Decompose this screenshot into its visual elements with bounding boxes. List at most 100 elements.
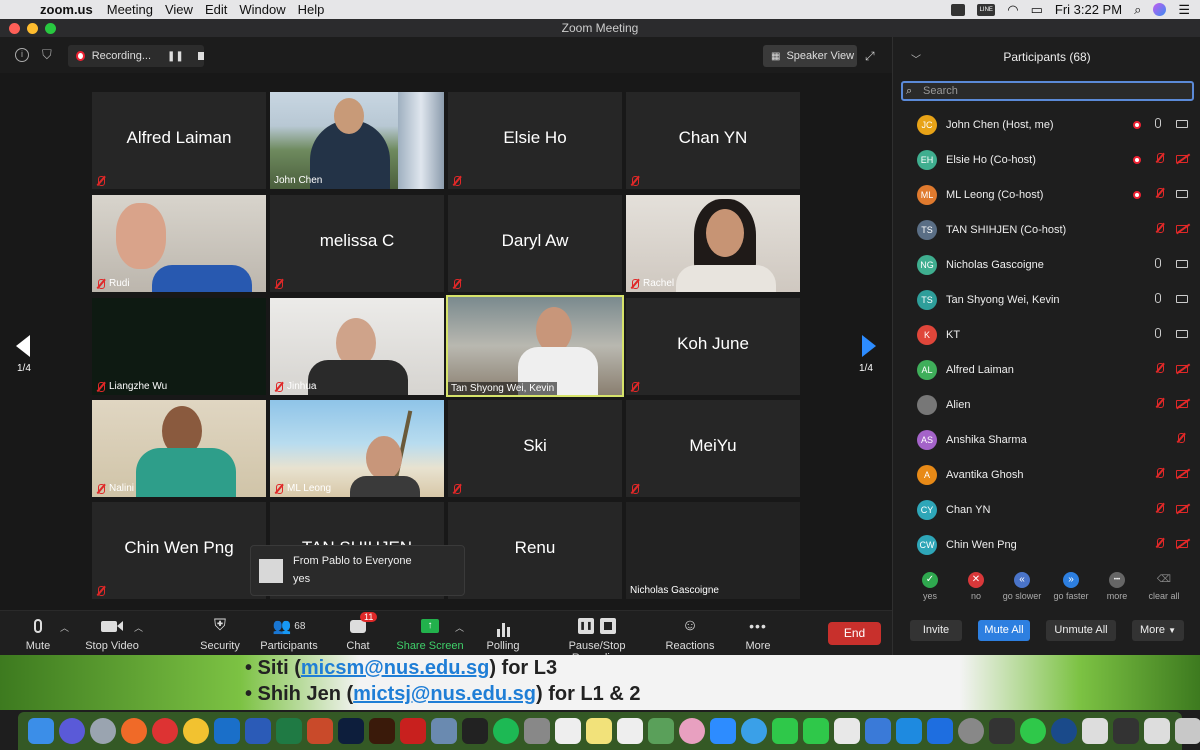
calendar-icon[interactable] [555, 718, 581, 744]
wechat-icon[interactable] [803, 718, 829, 744]
close-window-button[interactable] [9, 23, 20, 34]
video-tile-ski[interactable]: Ski [448, 400, 622, 497]
app-store-icon[interactable] [927, 718, 953, 744]
video-tile-nalini[interactable]: Nalini [92, 400, 266, 497]
app-icon[interactable] [1144, 718, 1170, 744]
next-page-arrow-icon[interactable] [862, 335, 876, 357]
participant-row[interactable]: K KT [893, 317, 1200, 352]
video-tile-chan-yn[interactable]: Chan YN [626, 92, 800, 189]
participant-row[interactable]: CY Chan YN [893, 492, 1200, 527]
mic-on-icon[interactable] [1155, 328, 1161, 341]
minimize-window-button[interactable] [27, 23, 38, 34]
reminders-icon[interactable] [617, 718, 643, 744]
reaction-go-faster-button[interactable]: » go faster [1051, 572, 1091, 601]
speaker-view-button[interactable]: ▦ Speaker View [763, 45, 857, 67]
video-tile-chin-wen-png[interactable]: Chin Wen Png [92, 502, 266, 599]
mic-muted-icon[interactable] [1155, 223, 1164, 236]
mic-on-icon[interactable] [1155, 293, 1161, 306]
chat-button[interactable]: 11 Chat [340, 612, 378, 652]
video-tile-rachel[interactable]: Rachel [626, 195, 800, 292]
video-tile-john-chen[interactable]: John Chen [270, 92, 444, 189]
mic-muted-icon[interactable] [1155, 153, 1164, 166]
siri-icon[interactable] [1153, 3, 1167, 16]
photos-icon[interactable] [679, 718, 705, 744]
menu-window[interactable]: Window [239, 2, 297, 17]
stop-recording-icon[interactable] [197, 52, 204, 60]
mic-muted-icon[interactable] [1155, 538, 1164, 551]
mic-muted-icon[interactable] [1155, 468, 1164, 481]
video-tile-liangzhe-wu[interactable]: Liangzhe Wu [92, 298, 266, 395]
invite-button[interactable]: Invite [910, 620, 962, 641]
participant-row[interactable]: Alien [893, 387, 1200, 422]
chrome-icon[interactable] [183, 718, 209, 744]
security-button[interactable]: ⛨ Security [198, 615, 242, 652]
battery-icon[interactable]: ▭ [1031, 2, 1043, 18]
menu-meeting[interactable]: Meeting [107, 2, 165, 17]
clock[interactable]: Fri 3:22 PM [1055, 2, 1122, 17]
participant-row[interactable]: ML ML Leong (Co-host) [893, 177, 1200, 212]
video-options-chevron-icon[interactable]: ︿ [134, 621, 143, 634]
mic-muted-icon[interactable] [1155, 503, 1164, 516]
reaction-no-button[interactable]: ✕ no [956, 572, 996, 601]
system-preferences-icon[interactable] [958, 718, 984, 744]
document-icon[interactable] [1082, 718, 1108, 744]
spotify-icon[interactable] [493, 718, 519, 744]
zoom-icon[interactable] [710, 718, 736, 744]
mute-all-button[interactable]: Mute All [978, 620, 1030, 641]
word-icon[interactable] [245, 718, 271, 744]
menu-view[interactable]: View [165, 2, 205, 17]
video-tile-jinhua[interactable]: Jinhua [270, 298, 444, 395]
excel-icon[interactable] [276, 718, 302, 744]
reaction-clear-all-button[interactable]: ⌫ clear all [1144, 572, 1184, 601]
previous-page-arrow-icon[interactable] [16, 335, 30, 357]
mic-muted-icon[interactable] [1155, 188, 1164, 201]
firefox-icon[interactable] [121, 718, 147, 744]
participant-search-input[interactable]: Search [901, 81, 1194, 101]
video-tile-meiyu[interactable]: MeiYu [626, 400, 800, 497]
reaction-go-slower-button[interactable]: «go slower [1002, 572, 1042, 601]
participant-row[interactable]: A Avantika Ghosh [893, 457, 1200, 492]
video-tile-nicholas-gascoigne[interactable]: Nicholas Gascoigne [626, 502, 800, 599]
info-icon[interactable]: i [15, 48, 29, 62]
skype-icon[interactable] [896, 718, 922, 744]
activity-monitor-icon[interactable] [989, 718, 1015, 744]
line-status-icon[interactable]: LINE [977, 3, 996, 16]
illustrator-icon[interactable] [369, 718, 395, 744]
facetime-icon[interactable] [772, 718, 798, 744]
mic-muted-icon[interactable] [1155, 398, 1164, 411]
app-icon[interactable] [524, 718, 550, 744]
spotlight-icon[interactable]: ⌕ [1134, 2, 1141, 18]
pause-recording-icon[interactable]: ❚❚ [167, 51, 184, 62]
stop-video-button[interactable]: Stop Video [82, 615, 142, 652]
participant-row[interactable]: AL Alfred Laiman [893, 352, 1200, 387]
video-tile-tan-shyong-wei-kevin-active-speaker[interactable]: Tan Shyong Wei, Kevin [446, 295, 624, 397]
video-tile-elsie-ho[interactable]: Elsie Ho [448, 92, 622, 189]
app-icon[interactable] [462, 718, 488, 744]
acrobat-icon[interactable] [400, 718, 426, 744]
participant-row[interactable]: AS Anshika Sharma [893, 422, 1200, 457]
maps-icon[interactable] [648, 718, 674, 744]
participant-row[interactable]: JC John Chen (Host, me) [893, 107, 1200, 142]
menu-app[interactable]: zoom.us [40, 2, 107, 17]
app-icon[interactable] [431, 718, 457, 744]
participants-button[interactable]: 👥 68 Participants [258, 615, 320, 652]
chat-notification-popup[interactable]: From Pablo to Everyone yes [250, 545, 465, 596]
polling-button[interactable]: Polling [484, 615, 522, 652]
participant-row[interactable]: NG Nicholas Gascoigne [893, 247, 1200, 282]
mic-on-icon[interactable] [1155, 258, 1161, 271]
participant-row[interactable]: TS TAN SHIHJEN (Co-host) [893, 212, 1200, 247]
app-icon[interactable] [152, 718, 178, 744]
share-screen-button[interactable]: ↑ Share Screen [396, 615, 464, 652]
trash-icon[interactable] [1175, 718, 1200, 744]
unmute-all-button[interactable]: Unmute All [1046, 620, 1116, 641]
notification-center-icon[interactable]: ☰ [1178, 2, 1190, 18]
participant-row[interactable]: TS Tan Shyong Wei, Kevin [893, 282, 1200, 317]
video-tile-ml-leong[interactable]: ML Leong [270, 400, 444, 497]
video-tile-rudi[interactable]: Rudi [92, 195, 266, 292]
mic-muted-icon[interactable] [1176, 433, 1185, 446]
audio-options-chevron-icon[interactable]: ︿ [60, 621, 69, 634]
reaction-yes-button[interactable]: ✓ yes [910, 572, 950, 601]
menu-help[interactable]: Help [298, 2, 337, 17]
photoshop-icon[interactable] [338, 718, 364, 744]
line-icon[interactable] [1020, 718, 1046, 744]
